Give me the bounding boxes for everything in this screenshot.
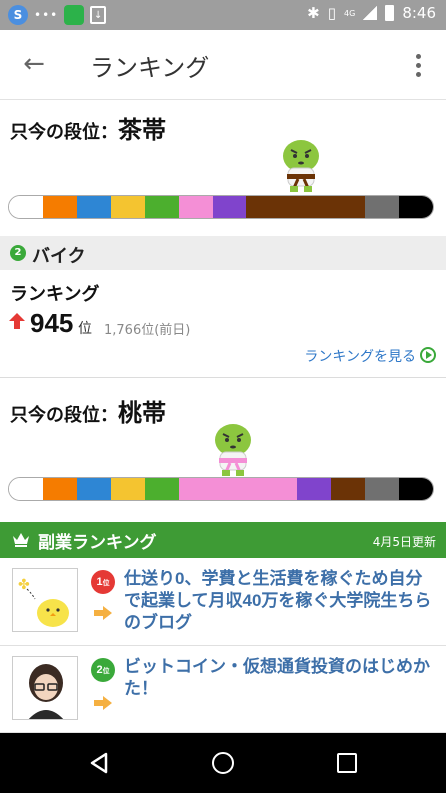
belt-progress-bar (8, 195, 434, 219)
bluetooth-icon: ✱ (307, 4, 320, 22)
ranking-label: ランキング (10, 284, 100, 304)
chick-icon: ✤ (18, 577, 69, 627)
rank-medal: 1位 (91, 570, 115, 594)
app-bar: ← ランキング (0, 30, 446, 100)
belt-segment (331, 478, 366, 500)
nav-recents-icon[interactable] (337, 753, 357, 773)
belt-segment (110, 196, 145, 218)
network-type: 4G (344, 8, 356, 18)
see-ranking-link[interactable]: ランキングを見る (304, 346, 416, 366)
belt-segment (144, 478, 179, 500)
system-nav-bar (0, 733, 446, 793)
blog-title-link[interactable]: ビットコイン・仮想通貨投資のはじめかた！ (124, 656, 434, 700)
arrow-right-icon (94, 606, 112, 620)
status-bar: S ••• ↓ ✱ ▯ 4G 8:46 (0, 0, 446, 30)
belt-segment (42, 478, 77, 500)
belt-segment (365, 196, 400, 218)
more-dots-icon: ••• (34, 8, 59, 22)
medal-unit: 位 (102, 668, 110, 675)
rank-prefix: 只今の段位： (10, 405, 118, 425)
belt-segment (178, 196, 213, 218)
vibrate-icon: ▯ (327, 4, 337, 22)
mascot-icon (283, 140, 319, 192)
browser-app-icon: S (8, 5, 28, 25)
belt-segment (76, 478, 111, 500)
belt-segment (246, 196, 366, 218)
download-icon: ↓ (90, 6, 107, 24)
ranking-number: 945 (30, 308, 74, 338)
side-ranking-title: 副業ランキング (38, 533, 157, 552)
line-app-icon (64, 5, 85, 25)
belt-segment (297, 478, 332, 500)
signal-icon (363, 6, 378, 20)
belt-segment (399, 478, 433, 500)
medal-unit: 位 (102, 580, 110, 587)
play-circle-icon[interactable] (420, 347, 436, 363)
divider (0, 377, 446, 378)
belt-segment (9, 478, 43, 500)
arrow-right-icon (94, 696, 112, 710)
rank-prefix: 只今の段位： (10, 122, 118, 142)
belt-segment (76, 196, 111, 218)
belt-segment (365, 478, 400, 500)
blog-thumbnail[interactable] (12, 656, 78, 720)
rank-medal: 2位 (91, 658, 115, 682)
mascot-icon (215, 424, 251, 476)
ranking-unit: 位 (78, 321, 92, 337)
previous-ranking: 1,766位(前日) (104, 323, 191, 338)
belt-segment (144, 196, 179, 218)
nav-home-icon[interactable] (212, 752, 234, 774)
category-number-badge: 2 (10, 245, 26, 261)
nav-back-icon[interactable] (88, 752, 110, 774)
belt-progress-bar (8, 477, 434, 501)
belt-name: 桃帯 (118, 400, 166, 427)
belt-segment (399, 196, 433, 218)
belt-segment (42, 196, 77, 218)
blog-title-link[interactable]: 仕送り0、学費と生活費を稼ぐため自分で起業して月収40万を稼ぐ大学院生ちらのブロ… (124, 568, 434, 634)
category-header: 2 バイク (0, 236, 446, 270)
overflow-menu-icon[interactable] (408, 50, 428, 80)
belt-segment (212, 196, 247, 218)
belt-segment (110, 478, 145, 500)
belt-segment (9, 196, 43, 218)
page-title: ランキング (90, 55, 210, 82)
battery-icon (385, 5, 395, 21)
list-item[interactable]: 2位 ビットコイン・仮想通貨投資のはじめかた！ (0, 646, 446, 733)
crown-icon (13, 533, 29, 547)
rank-up-arrow-icon (9, 313, 25, 329)
avatar-icon (28, 664, 64, 719)
side-ranking-header: 副業ランキング 4月5日更新 (0, 522, 446, 558)
update-date: 4月5日更新 (372, 535, 436, 549)
category-name: バイク (32, 246, 86, 266)
belt-name: 茶帯 (118, 117, 166, 144)
current-rank-heading: 只今の段位：茶帯 (10, 110, 166, 145)
category-rank-heading: 只今の段位：桃帯 (10, 393, 166, 428)
status-time: 8:46 (402, 4, 436, 22)
list-item[interactable]: ✤ 1位 仕送り0、学費と生活費を稼ぐため自分で起業して月収40万を稼ぐ大学院生… (0, 558, 446, 646)
blog-thumbnail[interactable]: ✤ (12, 568, 78, 632)
back-arrow-icon[interactable]: ← (18, 50, 50, 80)
belt-segment (178, 478, 298, 500)
